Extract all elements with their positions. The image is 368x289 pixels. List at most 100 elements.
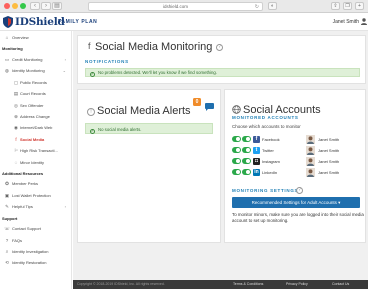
person-avatar-icon [306,157,315,166]
close-window-button[interactable] [4,3,10,9]
person-toggle[interactable] [242,136,251,142]
person-toggle[interactable] [242,158,251,164]
sidebar-item-label: Address Change [20,113,50,119]
identity-icon: ◍ [5,68,9,74]
sidebar-item-lost-wallet-protection[interactable]: ▣ Lost Wallet Protection [0,191,72,201]
account-row-twitter: t Twitter Janet Smith [232,146,362,155]
sidebar-item-minor-identity[interactable]: ◌ Minor Identity [0,158,72,168]
monitor-toggle[interactable] [232,147,241,153]
sidebar-item-label: Identity Monitoring [12,68,45,74]
copyright-text: Copyright © 2018-2019 IDShield, Inc. All… [77,282,165,286]
doc-icon: ▤ [13,91,19,97]
contact-icon: ☏ [4,226,10,232]
sidebar-item-social-media[interactable]: f Social Media [0,135,72,145]
minor-icon: ◌ [14,159,18,165]
alert-icon: ◎ [14,102,18,108]
sidebar-item-label: Social Media [20,136,45,142]
service-name: Facebook [262,137,280,142]
page-title: Social Media Monitoring [95,41,213,53]
user-name[interactable]: Janet Smith [333,19,359,25]
user-avatar-icon[interactable] [361,18,367,25]
service-name: Instagram [262,159,280,164]
alerts-notice-text: No social media alerts. [98,127,142,132]
app-header: IDShield FAMILY PLAN Janet Smith [0,13,368,31]
settings-help-icon[interactable]: ? [296,187,303,194]
chat-icon[interactable] [205,103,214,111]
sidebar-item-court-records[interactable]: ▤ Court Records [0,89,72,99]
person-avatar-icon [306,146,315,155]
plan-label: FAMILY PLAN [58,19,98,25]
investigation-icon: ⌕ [5,248,9,254]
help-icon[interactable]: ? [216,44,223,51]
choose-accounts-text: Choose which accounts to monitor [232,124,301,129]
notifications-heading: NOTIFICATIONS [85,59,129,64]
monitoring-settings-heading: MONITORING SETTINGS [232,188,299,193]
new-tab-icon[interactable]: + [355,2,364,10]
check-circle-icon: ✓ [90,128,95,134]
account-row-facebook: f Facebook Janet Smith [232,135,362,144]
faq-icon: ? [5,237,9,243]
tabs-icon[interactable]: ❐ [343,2,352,10]
forward-button[interactable]: › [41,2,51,10]
sidebar-item-label: Court Records [20,91,46,97]
extension-icon[interactable]: ◐ [268,2,277,10]
person-avatar-icon [306,135,315,144]
sidebar-item-sex-offender[interactable]: ◎ Sex Offender [0,101,72,111]
sidebar-item-contact-support[interactable]: ☏ Contact Support [0,224,72,234]
sidebar-item-label: Public Records [20,79,47,85]
facebook-outline-icon: f [88,41,91,51]
sidebar-item-label: FAQs [12,237,23,243]
sidebar-item-label: Internet/Dark Web [20,125,53,131]
sidebar-item-label: Support [2,215,18,221]
footer-link-terms[interactable]: Terms & Conditions [233,280,263,289]
wallet-icon: ▣ [4,192,10,198]
sidebar-item-identity-monitoring[interactable]: ◍ Identity Monitoring ⌄ [0,66,72,76]
sidebar-item-public-records[interactable]: ▢ Public Records [0,78,72,88]
monitor-toggle[interactable] [232,136,241,142]
zoom-window-button[interactable] [20,3,26,9]
monitor-toggle[interactable] [232,169,241,175]
sidebar-item-overview[interactable]: ⌂ Overview [0,33,72,43]
social-icon: f [15,136,17,142]
sidebar-item-address-change[interactable]: ⊕ Address Change [0,112,72,122]
footer-link-contact[interactable]: Contact Us [332,280,349,289]
person-toggle[interactable] [242,147,251,153]
address-text: idshield.com [162,4,188,9]
sidebar-item-internet-dark-web[interactable]: ◉ Internet/Dark Web [0,123,72,133]
sidebar-item-label: Sex Offender [20,102,44,108]
minimize-window-button[interactable] [12,3,18,9]
sidebar-item-identity-restoration[interactable]: ⟲ Identity Restoration [0,258,72,268]
sidebar-item-label: Monitoring [2,46,23,52]
sidebar-item-label: Member Perks [12,181,39,187]
chevron-right-icon[interactable]: › [65,202,66,212]
footer: Copyright © 2018-2019 IDShield, Inc. All… [73,280,368,289]
person-avatar-icon [306,168,315,177]
account-row-instagram: ◘ Instagram Janet Smith [232,157,362,166]
sidebar-item-credit-monitoring[interactable]: ▭ Credit Monitoring › [0,55,72,65]
sidebar-item-helpful-tips[interactable]: ✎ Helpful Tips › [0,202,72,212]
sidebar-item-identity-investigation[interactable]: ⌕ Identity Investigation [0,247,72,257]
sidebar-item-label: Credit Monitoring [12,56,43,62]
chevron-right-icon[interactable]: › [65,55,66,65]
monitored-accounts-heading: MONITORED ACCOUNTS [232,115,299,120]
sidebar: ⌂ Overview Monitoring ▭ Credit Monitoring › ◍ I… [0,31,72,289]
globe-icon [232,105,241,114]
sidebar-item-faqs[interactable]: ? FAQs [0,236,72,246]
share-icon[interactable]: ⇧ [331,2,340,10]
recommended-settings-button[interactable]: Recommended Settings for Adult Accounts … [232,197,360,208]
sidebar-item-member-perks[interactable]: ✪ Member Perks [0,179,72,189]
instagram-icon: ◘ [253,158,260,165]
linkedin-icon: in [253,169,260,176]
sidebar-item-high-risk-transacti[interactable]: ⚐ High Risk Transacti... [0,146,72,156]
reload-icon[interactable]: ↻ [255,3,259,11]
person-toggle[interactable] [242,169,251,175]
alert-count: 0 [195,99,199,105]
monitor-toggle[interactable] [232,158,241,164]
chevron-down-icon[interactable]: ⌄ [63,66,66,76]
address-bar[interactable]: idshield.com ↻ [88,2,263,11]
restoration-icon: ⟲ [5,260,9,266]
footer-link-privacy[interactable]: Privacy Policy [286,280,308,289]
notice-text: No problems detected. We'll let you know… [98,70,217,75]
back-button[interactable]: ‹ [30,2,40,10]
sidebar-toggle-icon[interactable]: ▤ [52,2,62,10]
